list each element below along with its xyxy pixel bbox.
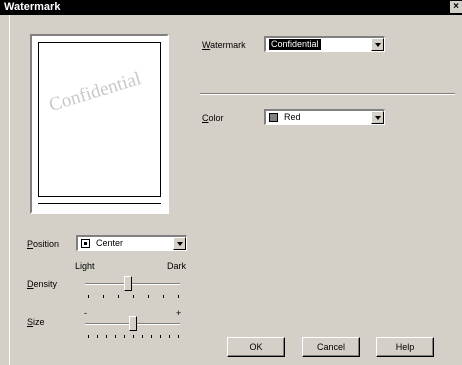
slider-tick (163, 295, 164, 298)
separator (200, 93, 455, 95)
size-max-label: + (176, 308, 182, 318)
density-ticks (88, 295, 179, 299)
help-button[interactable]: Help (376, 337, 434, 357)
cancel-button[interactable]: Cancel (302, 337, 360, 357)
ok-button[interactable]: OK (227, 337, 285, 357)
slider-tick (118, 295, 119, 298)
size-min-label: - (84, 308, 87, 318)
size-slider-thumb[interactable] (129, 316, 137, 335)
watermark-label: Watermark (202, 40, 246, 50)
slider-tick (151, 335, 152, 338)
slider-tick (103, 295, 104, 298)
slider-tick (169, 335, 170, 338)
slider-tick (142, 335, 143, 338)
slider-tick (160, 335, 161, 338)
color-swatch-icon (269, 113, 278, 122)
preview-footer-line (38, 203, 161, 204)
slider-tick (88, 335, 89, 338)
title-bar: Watermark × (0, 0, 462, 15)
preview-page: Confidential (38, 42, 161, 197)
slider-tick (124, 335, 125, 338)
density-slider-track[interactable] (85, 283, 180, 285)
slider-tick (178, 295, 179, 298)
slider-tick (97, 335, 98, 338)
slider-tick (115, 335, 116, 338)
position-select-value: Center (96, 238, 124, 248)
position-select[interactable]: Center (76, 235, 187, 251)
density-slider-thumb[interactable] (124, 276, 132, 295)
chevron-down-icon[interactable] (173, 237, 186, 250)
size-label: Size (27, 317, 45, 327)
density-min-label: Light (75, 261, 95, 271)
close-button[interactable]: × (450, 1, 462, 13)
slider-tick (133, 335, 134, 338)
watermark-select[interactable]: Confidential (264, 36, 385, 52)
chevron-down-icon[interactable] (371, 111, 384, 124)
density-max-label: Dark (167, 261, 187, 271)
chevron-down-icon[interactable] (371, 38, 384, 51)
preview-watermark-text: Confidential (46, 68, 144, 117)
color-select-value: Red (284, 112, 301, 122)
slider-tick (148, 295, 149, 298)
slider-tick (178, 335, 179, 338)
slider-tick (106, 335, 107, 338)
color-label: Color (202, 113, 224, 123)
watermark-preview: Confidential (30, 34, 169, 214)
slider-tick (88, 295, 89, 298)
size-ticks (88, 335, 179, 339)
watermark-select-value: Confidential (269, 39, 321, 50)
density-label: Density (27, 279, 58, 289)
position-label: Position (27, 239, 60, 249)
position-center-icon (81, 239, 90, 248)
slider-tick (133, 295, 134, 298)
window-title: Watermark (4, 1, 61, 13)
color-select[interactable]: Red (264, 109, 385, 125)
